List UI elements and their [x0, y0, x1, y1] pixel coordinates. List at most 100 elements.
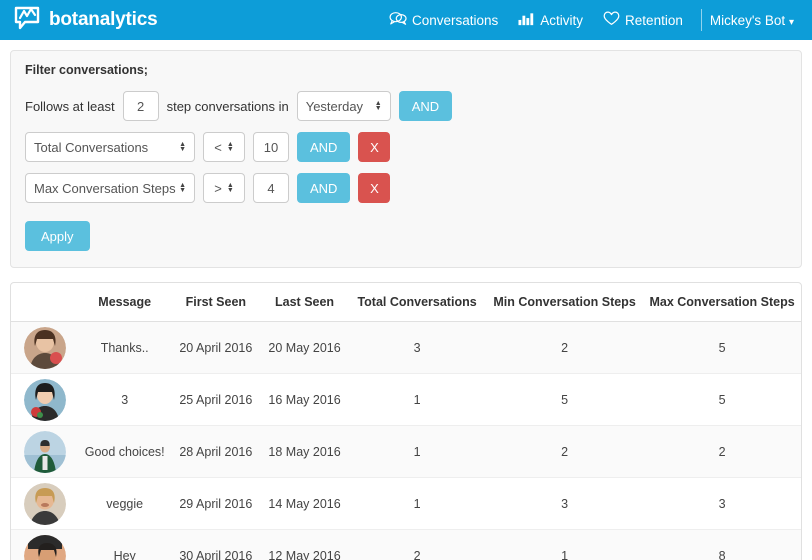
follows-prefix-label: Follows at least [25, 99, 115, 114]
avatar [24, 431, 66, 473]
nav-divider [701, 9, 702, 31]
condition-field-select-2[interactable]: Max Conversation Steps ▲▼ [25, 173, 195, 203]
table-cell-first-seen: 30 April 2016 [171, 530, 261, 560]
period-and-button[interactable]: AND [399, 91, 452, 121]
condition-and-button-2[interactable]: AND [297, 173, 350, 203]
table-cell-first-seen: 28 April 2016 [171, 426, 261, 478]
filter-panel: Filter conversations; Follows at least s… [10, 50, 802, 268]
table-cell-message: Thanks.. [79, 322, 171, 374]
condition-field-select-1[interactable]: Total Conversations ▲▼ [25, 132, 195, 162]
condition-operator-select-1[interactable]: < ▲▼ [203, 132, 245, 162]
filter-condition-row-1: Total Conversations ▲▼ < ▲▼ AND X [25, 132, 787, 162]
condition-value-input-1[interactable] [253, 132, 289, 162]
activity-bar-chart-icon [518, 12, 535, 29]
nav-item-activity[interactable]: Activity [508, 12, 593, 29]
condition-field-value-2: Max Conversation Steps [34, 181, 176, 196]
brand[interactable]: botanalytics [14, 6, 157, 35]
speech-bubble-chart-logo-icon [14, 6, 40, 35]
table-row[interactable]: Thanks.. 20 April 2016 20 May 2016 3 2 5 [11, 322, 801, 374]
table-cell-max-steps: 2 [643, 426, 801, 478]
condition-remove-button-1[interactable]: X [358, 132, 390, 162]
avatar [24, 379, 66, 421]
table-cell-avatar [11, 530, 79, 560]
table-header-total-conversations: Total Conversations [348, 283, 486, 322]
table-cell-max-steps: 5 [643, 374, 801, 426]
table-cell-last-seen: 12 May 2016 [261, 530, 348, 560]
table-cell-min-steps: 2 [486, 426, 643, 478]
nav-item-conversations[interactable]: Conversations [379, 11, 508, 29]
nav-item-retention[interactable]: Retention [593, 11, 693, 29]
filter-follows-row: Follows at least step conversations in Y… [25, 91, 787, 121]
table-cell-total-conversations: 2 [348, 530, 486, 560]
table-header-last-seen: Last Seen [261, 283, 348, 322]
table-cell-max-steps: 8 [643, 530, 801, 560]
table-cell-min-steps: 5 [486, 374, 643, 426]
conversations-icon [389, 11, 407, 29]
table-head: Message First Seen Last Seen Total Conve… [11, 283, 801, 322]
table-cell-first-seen: 25 April 2016 [171, 374, 261, 426]
table-cell-last-seen: 14 May 2016 [261, 478, 348, 530]
avatar [24, 535, 66, 560]
table-header-max-steps: Max Conversation Steps [643, 283, 801, 322]
table-header-first-seen: First Seen [171, 283, 261, 322]
table-cell-total-conversations: 3 [348, 322, 486, 374]
stepper-arrows-icon: ▲▼ [227, 142, 234, 152]
stepper-arrows-icon: ▲▼ [179, 142, 186, 152]
table-cell-last-seen: 18 May 2016 [261, 426, 348, 478]
condition-remove-button-2[interactable]: X [358, 173, 390, 203]
table-cell-avatar [11, 426, 79, 478]
avatar [24, 327, 66, 369]
condition-and-button-1[interactable]: AND [297, 132, 350, 162]
table-cell-avatar [11, 322, 79, 374]
nav-links: Conversations Activity Retention [379, 9, 798, 31]
table-cell-first-seen: 29 April 2016 [171, 478, 261, 530]
condition-field-value-1: Total Conversations [34, 140, 148, 155]
avatar [24, 483, 66, 525]
condition-operator-value-2: > [214, 181, 222, 196]
table-row[interactable]: Good choices! 28 April 2016 18 May 2016 … [11, 426, 801, 478]
table-cell-message: 3 [79, 374, 171, 426]
period-select[interactable]: Yesterday ▲▼ [297, 91, 391, 121]
table-row[interactable]: 3 25 April 2016 16 May 2016 1 5 5 [11, 374, 801, 426]
table-cell-last-seen: 16 May 2016 [261, 374, 348, 426]
chevron-down-icon: ▾ [789, 17, 794, 28]
table-row[interactable]: Hey 30 April 2016 12 May 2016 2 1 8 [11, 530, 801, 560]
results-table-panel: Message First Seen Last Seen Total Conve… [10, 282, 802, 560]
table-cell-max-steps: 5 [643, 322, 801, 374]
table-cell-last-seen: 20 May 2016 [261, 322, 348, 374]
table-cell-message: veggie [79, 478, 171, 530]
table-body: Thanks.. 20 April 2016 20 May 2016 3 2 5 [11, 322, 801, 560]
condition-operator-value-1: < [214, 140, 222, 155]
apply-button[interactable]: Apply [25, 221, 90, 251]
follows-suffix-label: step conversations in [167, 99, 289, 114]
stepper-arrows-icon: ▲▼ [227, 183, 234, 193]
bot-selector-dropdown[interactable]: Mickey's Bot ▾ [710, 13, 798, 28]
nav-item-activity-label: Activity [540, 13, 583, 28]
filter-panel-title: Filter conversations; [25, 63, 787, 77]
bot-selector-label: Mickey's Bot [710, 13, 785, 28]
brand-name: botanalytics [49, 9, 157, 31]
table-cell-total-conversations: 1 [348, 426, 486, 478]
conversations-table: Message First Seen Last Seen Total Conve… [11, 283, 801, 560]
period-select-value: Yesterday [306, 99, 363, 114]
follows-steps-input[interactable] [123, 91, 159, 121]
condition-value-input-2[interactable] [253, 173, 289, 203]
table-header-min-steps: Min Conversation Steps [486, 283, 643, 322]
table-header-message: Message [79, 283, 171, 322]
table-cell-total-conversations: 1 [348, 478, 486, 530]
table-cell-max-steps: 3 [643, 478, 801, 530]
table-cell-avatar [11, 374, 79, 426]
table-cell-min-steps: 1 [486, 530, 643, 560]
table-cell-min-steps: 2 [486, 322, 643, 374]
table-cell-total-conversations: 1 [348, 374, 486, 426]
condition-operator-select-2[interactable]: > ▲▼ [203, 173, 245, 203]
stepper-arrows-icon: ▲▼ [179, 183, 186, 193]
filter-condition-row-2: Max Conversation Steps ▲▼ > ▲▼ AND X [25, 173, 787, 203]
table-row[interactable]: veggie 29 April 2016 14 May 2016 1 3 3 [11, 478, 801, 530]
table-cell-min-steps: 3 [486, 478, 643, 530]
heart-icon [603, 11, 620, 29]
nav-item-conversations-label: Conversations [412, 13, 498, 28]
stepper-arrows-icon: ▲▼ [375, 101, 382, 111]
table-header-row: Message First Seen Last Seen Total Conve… [11, 283, 801, 322]
table-cell-message: Hey [79, 530, 171, 560]
